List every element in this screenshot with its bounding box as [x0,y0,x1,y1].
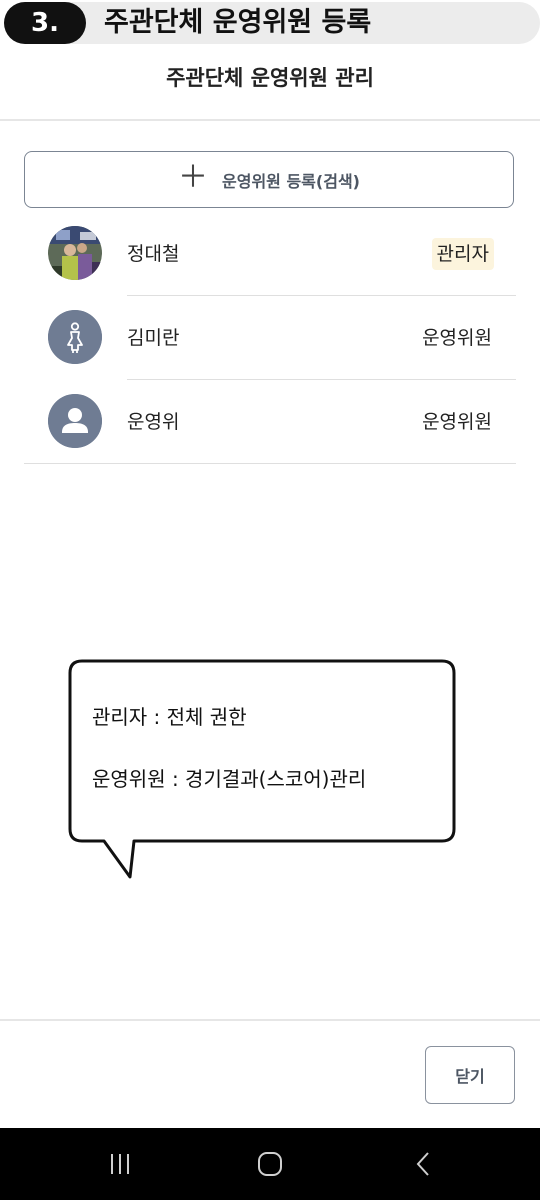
close-button[interactable]: 닫기 [425,1046,515,1104]
member-list: 정대철 관리자 김미란 운영위원 운영위 운영위원 [24,212,516,464]
default-user-avatar-icon [48,394,102,448]
member-row[interactable]: 김미란 운영위원 [24,296,516,380]
member-role: 운영위원 [422,327,492,349]
member-row[interactable]: 운영위 운영위원 [24,380,516,464]
member-name: 정대철 [127,243,180,265]
tooltip-line-admin: 관리자 : 전체 권한 [92,705,247,729]
role-description-bubble: 관리자 : 전체 권한 운영위원 : 경기결과(스코어)관리 [66,657,458,879]
header-divider [0,119,540,121]
female-avatar-icon [48,310,102,364]
register-member-button[interactable]: ＋ 운영위원 등록(검색) [24,151,514,208]
member-role: 운영위원 [422,411,492,433]
member-role-badge: 관리자 [431,238,494,270]
member-name: 운영위 [127,411,180,433]
row-divider [24,462,516,464]
tooltip-line-member: 운영위원 : 경기결과(스코어)관리 [92,767,367,791]
plus-icon: ＋ [178,160,209,195]
member-name: 김미란 [127,327,180,349]
back-icon[interactable] [404,1146,444,1182]
recent-apps-icon[interactable] [100,1146,140,1182]
home-icon[interactable] [250,1146,290,1182]
photo-avatar [48,226,102,280]
page-title: 주관단체 운영위원 관리 [166,66,374,90]
member-row[interactable]: 정대철 관리자 [24,212,516,296]
system-nav-bar [0,1128,540,1200]
step-number: 3. [4,2,86,44]
footer-divider [0,1019,540,1021]
step-banner: 3. 주관단체 운영위원 등록 [0,0,540,46]
step-title: 주관단체 운영위원 등록 [104,7,372,38]
register-button-label: 운영위원 등록(검색) [222,171,360,191]
